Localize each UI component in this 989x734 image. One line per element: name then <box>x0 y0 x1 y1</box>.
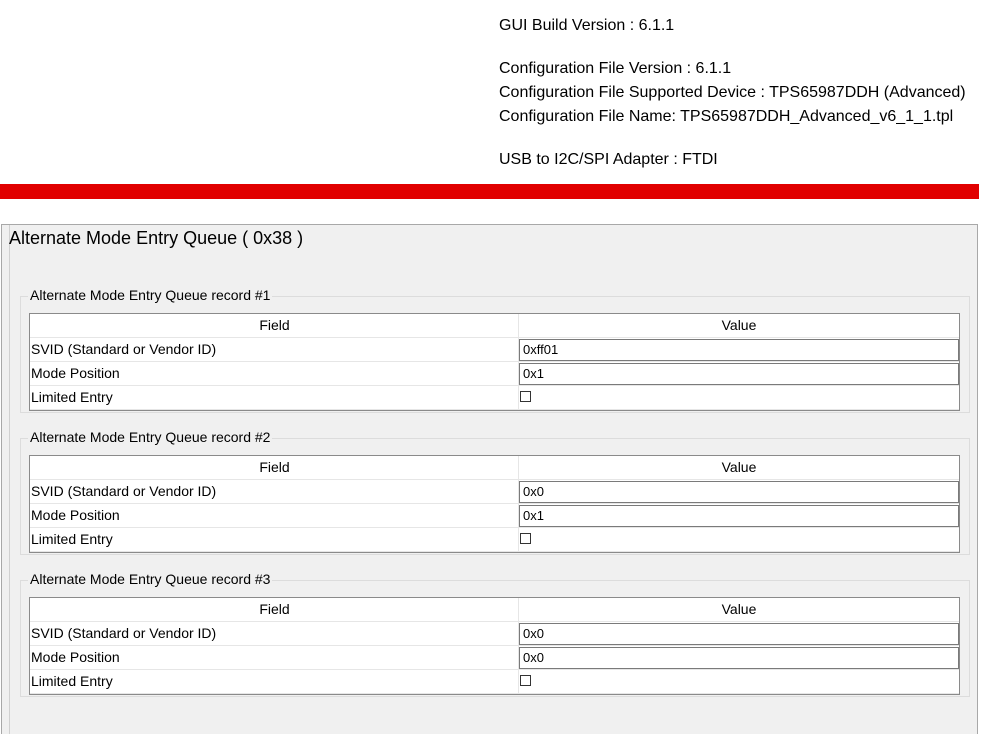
table-row: Mode Position 0x0 <box>30 646 959 670</box>
table-row: Mode Position 0x1 <box>30 362 959 386</box>
table-row: Limited Entry <box>30 528 959 552</box>
config-file-name: Configuration File Name: TPS65987DDH_Adv… <box>499 108 954 125</box>
panel-title: Alternate Mode Entry Queue ( 0x38 ) <box>9 228 304 248</box>
table-header-row: Field Value <box>30 314 959 338</box>
record-table: Field Value SVID (Standard or Vendor ID)… <box>29 597 960 695</box>
panel-divider <box>9 225 10 734</box>
column-header-field: Field <box>259 317 290 333</box>
field-label: Limited Entry <box>31 389 113 405</box>
table-row: SVID (Standard or Vendor ID) 0x0 <box>30 480 959 504</box>
entry-queue-panel: Alternate Mode Entry Queue ( 0x38 ) Alte… <box>1 224 978 734</box>
mode-position-input[interactable]: 0x1 <box>519 363 959 385</box>
record-title: Alternate Mode Entry Queue record #3 <box>28 570 273 588</box>
table-header-row: Field Value <box>30 598 959 622</box>
mode-position-input[interactable]: 0x0 <box>519 647 959 669</box>
field-label: SVID (Standard or Vendor ID) <box>31 625 217 641</box>
config-file-version: Configuration File Version : 6.1.1 <box>499 60 732 77</box>
svid-input[interactable]: 0x0 <box>519 481 959 503</box>
gui-build-version: GUI Build Version : 6.1.1 <box>499 17 675 34</box>
limited-entry-checkbox[interactable] <box>520 391 531 402</box>
table-row: Limited Entry <box>30 386 959 410</box>
column-header-value: Value <box>518 456 959 479</box>
record-title: Alternate Mode Entry Queue record #1 <box>28 286 273 304</box>
table-row: SVID (Standard or Vendor ID) 0x0 <box>30 622 959 646</box>
column-header-value: Value <box>518 314 959 337</box>
mode-position-input[interactable]: 0x1 <box>519 505 959 527</box>
usb-adapter: USB to I2C/SPI Adapter : FTDI <box>499 151 718 168</box>
record-title: Alternate Mode Entry Queue record #2 <box>28 428 273 446</box>
table-row: Limited Entry <box>30 670 959 694</box>
field-label: Mode Position <box>31 365 120 381</box>
svid-input[interactable]: 0x0 <box>519 623 959 645</box>
record-group-1: Alternate Mode Entry Queue record #1 Fie… <box>20 286 970 413</box>
limited-entry-checkbox[interactable] <box>520 533 531 544</box>
field-label: Mode Position <box>31 649 120 665</box>
field-label: Mode Position <box>31 507 120 523</box>
svid-input[interactable]: 0xff01 <box>519 339 959 361</box>
table-header-row: Field Value <box>30 456 959 480</box>
field-label: SVID (Standard or Vendor ID) <box>31 483 217 499</box>
field-label: Limited Entry <box>31 531 113 547</box>
column-header-field: Field <box>259 459 290 475</box>
record-table: Field Value SVID (Standard or Vendor ID)… <box>29 313 960 411</box>
field-label: SVID (Standard or Vendor ID) <box>31 341 217 357</box>
column-header-value: Value <box>518 598 959 621</box>
record-table: Field Value SVID (Standard or Vendor ID)… <box>29 455 960 553</box>
limited-entry-checkbox[interactable] <box>520 675 531 686</box>
table-row: SVID (Standard or Vendor ID) 0xff01 <box>30 338 959 362</box>
column-header-field: Field <box>259 601 290 617</box>
table-row: Mode Position 0x1 <box>30 504 959 528</box>
record-group-3: Alternate Mode Entry Queue record #3 Fie… <box>20 570 970 697</box>
record-group-2: Alternate Mode Entry Queue record #2 Fie… <box>20 428 970 555</box>
config-supported-device: Configuration File Supported Device : TP… <box>499 84 966 101</box>
field-label: Limited Entry <box>31 673 113 689</box>
accent-bar <box>0 184 979 199</box>
